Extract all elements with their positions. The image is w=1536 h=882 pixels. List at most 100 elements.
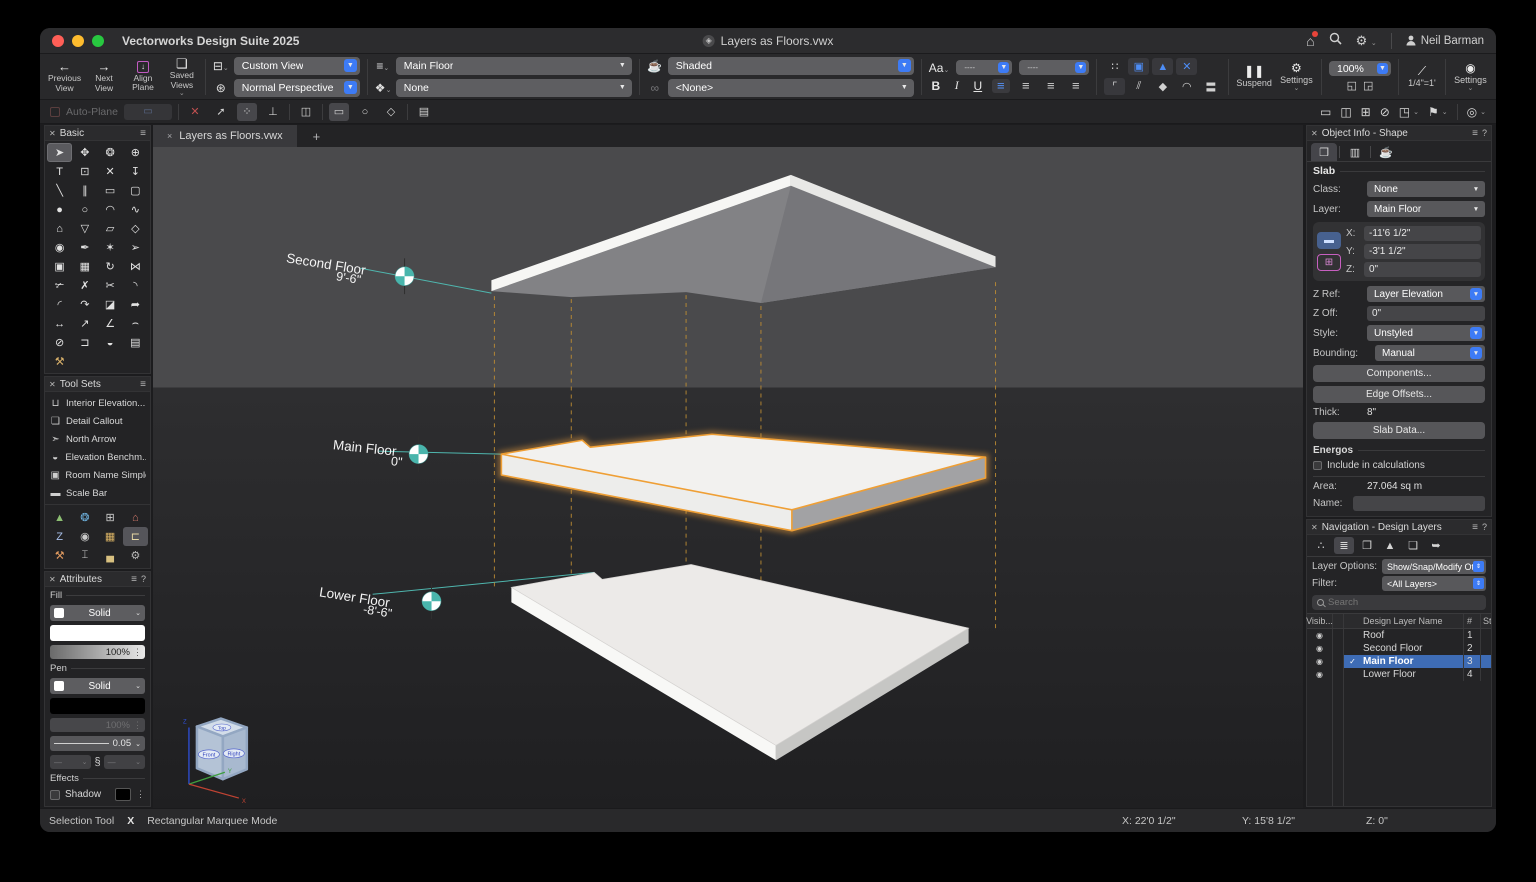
fill-color-bar[interactable] [50,625,145,641]
layers-icon[interactable]: ≡⌄ [375,59,391,73]
shadow-checkbox[interactable] [50,790,60,800]
polyline-tool[interactable]: ▽ [72,219,97,238]
toolset-dims-notes[interactable]: ⊏ [123,527,148,546]
notes-tool[interactable]: ▤ [123,333,148,352]
classes-icon[interactable]: ❖⌄ [375,81,391,95]
name-field[interactable] [1353,496,1485,511]
fill-opacity-slider[interactable]: 100%⋮ [50,645,145,659]
render-tab[interactable]: ☕ [1373,143,1399,161]
trim-tool[interactable]: ✗ [72,276,97,295]
zoom-tool[interactable]: ⊕ [123,143,148,162]
fit-to-objects-icon[interactable]: ◱ [1347,79,1357,92]
x-coordinate-field[interactable]: -11'6 1/2" [1364,226,1481,241]
minimize-window-button[interactable] [72,35,84,47]
line-tool[interactable]: ╲ [47,181,72,200]
view-mode-icon[interactable]: ⊟⌄ [213,59,229,73]
polygon-tool[interactable]: ⌂ [47,219,72,238]
close-tab-icon[interactable]: × [167,131,172,141]
move-by-points-tool[interactable]: ▣ [47,257,72,276]
projection-icon[interactable]: ⊛ [213,81,229,95]
smart-edge-icon[interactable]: ⫽ [1128,78,1149,95]
marker-dropdown[interactable]: ----▼ [1019,60,1089,75]
visibility-eye-icon[interactable]: ◉ [1316,671,1323,679]
filter-dropdown[interactable]: <All Layers>⇕ [1382,576,1486,591]
align-justify-button[interactable]: ≡ [1067,79,1085,93]
connect-tool[interactable]: ➦ [123,295,148,314]
rotate-tool[interactable]: ↻ [98,257,123,276]
extract-tool[interactable]: ↧ [123,162,148,181]
bold-button[interactable]: B [929,79,943,93]
snap-grid-icon[interactable]: ∷ [1104,58,1125,75]
text-tool[interactable]: T [47,162,72,181]
toolset-structural[interactable]: ⌶ [72,546,97,565]
double-line-tool[interactable]: ∥ [72,181,97,200]
visibility-eye-icon[interactable]: ◉ [1316,645,1323,653]
rectangle-tool[interactable]: ▭ [98,181,123,200]
multiple-view-panes-icon[interactable]: ⊞ [1361,105,1371,119]
grid-symbol-icon[interactable]: ⊞ [1317,254,1341,271]
tool-set-item[interactable]: ◒ Elevation Benchm... [45,448,150,466]
pan-tool[interactable]: ✥ [72,143,97,162]
axis-mode-icon[interactable]: ⊥ [263,103,283,121]
eyedropper-tool[interactable]: ✒ [72,238,97,257]
disable-interactive-icon[interactable]: ✕ [185,103,205,121]
reshape-tool[interactable]: ▦ [72,257,97,276]
toolset-visualization[interactable]: ❂ [72,508,97,527]
underline-button[interactable]: U [971,79,985,93]
search-icon[interactable] [1329,32,1342,50]
align-center-button[interactable]: ≡ [1017,79,1035,93]
regular-polygon-tool[interactable]: ◇ [123,219,148,238]
layer-options-dropdown[interactable]: Show/Snap/Modify Others⇕ [1382,559,1486,574]
help-icon[interactable]: ? [1482,128,1487,138]
arc-tool[interactable]: ◠ [98,200,123,219]
components-button[interactable]: Components... [1313,365,1485,382]
oval-tool[interactable]: ○ [72,200,97,219]
toolset-space-planning[interactable]: ⊞ [98,508,123,527]
fit-to-page-icon[interactable]: ◲ [1363,79,1373,92]
marker-style-dropdown[interactable]: —⌄ [104,755,145,769]
mirror-tool[interactable]: ⋈ [123,257,148,276]
shadow-color-swatch[interactable] [115,788,131,801]
single-object-mode-icon[interactable]: ➚ [211,103,231,121]
close-icon[interactable]: ✕ [49,575,56,584]
style-dropdown[interactable]: Unstyled▼ [1367,325,1485,341]
align-left-button[interactable]: ≡ [992,79,1010,93]
drawing-canvas[interactable]: Second Floor 9'-6" Main Floor 0" Lower F… [153,147,1303,808]
help-icon[interactable]: ? [141,574,146,584]
pen-opacity-slider[interactable]: 100%⋮ [50,718,145,732]
active-class-dropdown[interactable]: None▼ [396,79,632,97]
z-coordinate-field[interactable]: 0" [1364,262,1481,277]
render-mode-dropdown[interactable]: Shaded▼ [668,57,914,75]
rectangular-marquee-icon[interactable]: ▭ [329,103,349,121]
render-style-dropdown[interactable]: <None>▼ [668,79,914,97]
snap-object-icon[interactable]: ▣ [1128,58,1149,75]
layer-row-second-floor[interactable]: ◉ Second Floor 2 [1307,642,1491,655]
duplicate-mode-icon[interactable]: ◫ [296,103,316,121]
split-tool[interactable]: ✃ [47,276,72,295]
offset-tool[interactable]: ↷ [72,295,97,314]
references-tab[interactable]: ➥ [1426,537,1446,554]
plane-mode-dropdown[interactable]: ▭ [124,104,172,120]
unified-view-icon[interactable]: ◫ [1340,105,1351,119]
toolset-furnishings[interactable]: ⚒ [47,546,72,565]
tape-measure-tool[interactable]: ⊐ [72,333,97,352]
sheet-layers-tab[interactable]: ❒ [1357,537,1377,554]
toolset-building-shell[interactable]: ⌂ [123,508,148,527]
hide-annotations-icon[interactable]: ⊘ [1380,105,1390,119]
fillet-tool[interactable]: ◝ [123,276,148,295]
remove-tool[interactable]: ✕ [98,162,123,181]
search-input[interactable] [1328,597,1481,608]
render-style-glasses-icon[interactable]: ∞ [647,81,663,95]
clip-tool[interactable]: ✂ [98,276,123,295]
select-similar-tool[interactable]: ➢ [123,238,148,257]
classes-tab[interactable]: ∴ [1311,537,1331,554]
previous-view-button[interactable]: ← Previous View [48,60,81,93]
snap-angle-icon[interactable]: ▲ [1152,58,1173,75]
toolset-machine-design[interactable]: ⚙ [123,546,148,565]
edge-offsets-button[interactable]: Edge Offsets... [1313,386,1485,403]
close-icon[interactable]: ✕ [49,380,56,389]
constrain-parallel-icon[interactable]: 〓 [1200,78,1221,95]
document-settings-button[interactable]: ◉ Settings ⌄ [1453,62,1488,91]
layer-row-main-floor[interactable]: ◉ ✓ Main Floor 3 [1307,655,1491,668]
shape-tab[interactable]: ❒ [1311,143,1337,161]
